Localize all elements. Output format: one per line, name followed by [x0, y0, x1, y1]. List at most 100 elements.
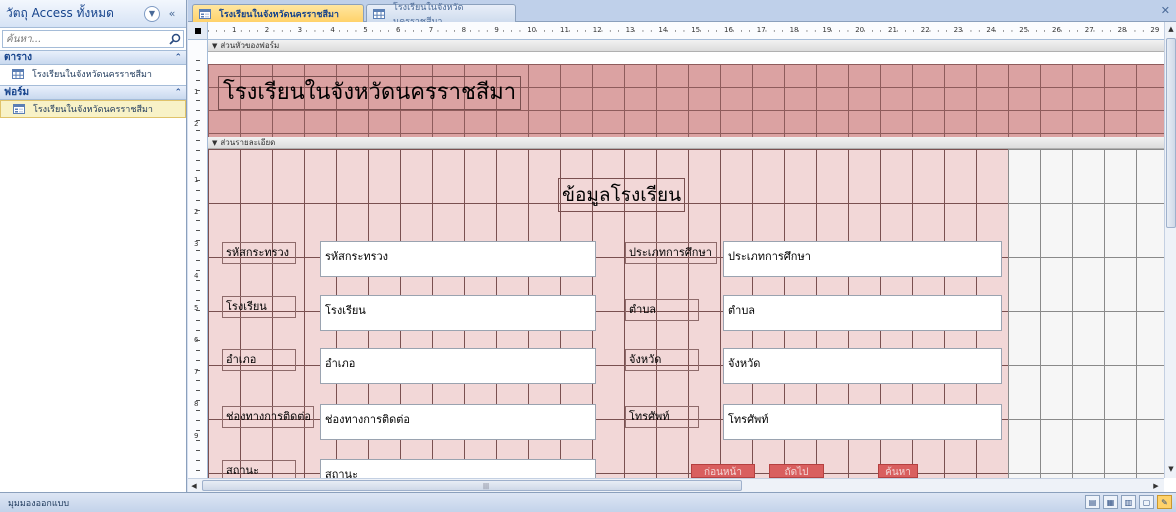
nav-search-box	[2, 30, 184, 48]
ruler-number: 9	[494, 26, 499, 34]
field-label[interactable]: จังหวัด	[625, 349, 699, 371]
search-icon[interactable]	[167, 31, 183, 47]
vertical-scrollbar[interactable]: ▲ ▼	[1164, 22, 1176, 478]
tab-label: โรงเรียนในจังหวัดนครราชสีมา	[219, 9, 339, 20]
field-textbox[interactable]: อำเภอ	[320, 348, 596, 384]
search-button[interactable]: ค้นหา	[878, 464, 918, 478]
ruler-tick: '	[568, 29, 571, 37]
field-label[interactable]: โรงเรียน	[222, 296, 296, 318]
nav-menu-dropdown-icon[interactable]: ▼	[144, 5, 160, 22]
ruler-tick: '	[1011, 29, 1013, 37]
print-view-icon[interactable]: ▢	[1139, 495, 1154, 509]
nav-item-form[interactable]: โรงเรียนในจังหวัดนครราชสีมา	[0, 100, 186, 118]
tab-form-design[interactable]: โรงเรียนในจังหวัดนครราชสีมา	[192, 4, 364, 22]
tab-table[interactable]: โรงเรียนในจังหวัดนครราชสีมา	[366, 3, 516, 27]
chevron-up-icon[interactable]: ⌃	[174, 53, 182, 63]
nav-pane-header[interactable]: วัตถุ Access ทั้งหมด ▼ «	[0, 0, 186, 28]
form-header-section[interactable]: โรงเรียนในจังหวัดนครราชสีมา	[208, 64, 1164, 137]
field-textbox[interactable]: ตำบล	[723, 295, 1002, 331]
form-view-icon[interactable]: ▤	[1085, 495, 1100, 509]
ruler-tick: '	[642, 29, 644, 37]
section-bar-detail[interactable]: ▼ ส่วนรายละเอียด	[208, 137, 1164, 149]
close-icon[interactable]: ✕	[1161, 4, 1170, 17]
field-label[interactable]: ประเภทการศึกษา	[625, 242, 717, 264]
ruler-tick: '	[863, 29, 866, 37]
field-textbox[interactable]: โรงเรียน	[320, 295, 596, 331]
form-selector[interactable]	[188, 22, 208, 40]
detail-title-label[interactable]: ข้อมูลโรงเรียน	[558, 178, 686, 212]
ruler-number: 5	[363, 26, 368, 34]
ruler-tick: '	[305, 29, 308, 37]
nav-item-label: โรงเรียนในจังหวัดนครราชสีมา	[32, 70, 152, 80]
scroll-right-icon[interactable]: ▶	[1150, 479, 1162, 492]
field-textbox[interactable]: ช่องทางการติดต่อ	[320, 404, 596, 440]
ruler-tick: '	[1134, 29, 1136, 37]
field-label[interactable]: โทรศัพท์	[625, 406, 699, 428]
ruler-tick	[196, 110, 200, 111]
ruler-tick: '	[1027, 29, 1030, 37]
ruler-tick: '	[379, 29, 382, 37]
ruler-tick: '	[814, 29, 817, 37]
field-textbox[interactable]: โทรศัพท์	[723, 404, 1002, 440]
collapse-pane-icon[interactable]: «	[164, 6, 180, 22]
field-label[interactable]: อำเภอ	[222, 349, 296, 371]
ruler-tick: '	[519, 29, 521, 37]
next-button[interactable]: ถัดไป	[769, 464, 824, 478]
ruler-tick: '	[773, 29, 776, 37]
ruler-tick	[196, 280, 200, 281]
scroll-left-icon[interactable]: ◀	[188, 479, 200, 492]
ruler-tick: '	[609, 29, 612, 37]
field-label[interactable]: ช่องทางการติดต่อ	[222, 406, 314, 428]
field-label[interactable]: รหัสกระทรวง	[222, 242, 296, 264]
ruler-tick: '	[994, 29, 997, 37]
form-design-surface[interactable]: 1'''2'''3'''4'''5'''6'''7'''8'''9'''10''…	[188, 22, 1176, 495]
ruler-tick: '	[248, 29, 251, 37]
nav-group-forms[interactable]: ฟอร์ม ⌃	[0, 85, 186, 100]
form-title-label[interactable]: โรงเรียนในจังหวัดนครราชสีมา	[218, 76, 522, 110]
nav-pane-title[interactable]: วัตถุ Access ทั้งหมด	[6, 4, 144, 23]
view-switcher: ▤ ▦ ▥ ▢ ✎	[1082, 495, 1172, 509]
ruler-tick: '	[1068, 29, 1071, 37]
ruler-tick: '	[437, 29, 439, 37]
ruler-tick: '	[961, 29, 964, 37]
section-bar-header[interactable]: ▼ ส่วนหัวของฟอร์ม	[208, 40, 1164, 52]
vertical-ruler[interactable]: 12123456789	[188, 40, 208, 478]
field-textbox[interactable]: จังหวัด	[723, 348, 1002, 384]
design-view-icon[interactable]: ✎	[1157, 495, 1172, 509]
horizontal-ruler[interactable]: 1'''2'''3'''4'''5'''6'''7'''8'''9'''10''…	[208, 22, 1164, 40]
ruler-tick: '	[478, 29, 480, 37]
ruler-tick	[196, 350, 200, 351]
form-detail-section[interactable]: ข้อมูลโรงเรียน รหัสกระทรวง รหัสกระทรวง ป…	[208, 149, 1164, 495]
horizontal-scrollbar[interactable]: ◀ ||| ▶	[188, 478, 1164, 492]
ruler-tick: '	[740, 29, 743, 37]
ruler-tick	[196, 130, 200, 131]
nav-item-table[interactable]: โรงเรียนในจังหวัดนครราชสีมา	[0, 65, 186, 83]
ruler-tick: '	[748, 29, 751, 37]
previous-button[interactable]: ก่อนหน้า	[691, 464, 755, 478]
ruler-tick	[196, 180, 200, 181]
ruler-tick: '	[970, 29, 972, 37]
scroll-down-icon[interactable]: ▼	[1165, 462, 1176, 476]
ruler-tick: '	[273, 29, 275, 37]
field-textbox[interactable]: รหัสกระทรวง	[320, 241, 596, 277]
table-icon	[373, 8, 385, 19]
field-label[interactable]: ตำบล	[625, 299, 699, 321]
field-textbox[interactable]: ประเภทการศึกษา	[723, 241, 1002, 277]
ruler-number: 8	[461, 26, 467, 34]
datasheet-view-icon[interactable]: ▦	[1103, 495, 1118, 509]
nav-group-tables[interactable]: ตาราง ⌃	[0, 50, 186, 65]
nav-search-input[interactable]	[3, 31, 167, 47]
ruler-tick: '	[1093, 29, 1095, 37]
ruler-tick: '	[937, 29, 940, 37]
ruler-tick: '	[699, 29, 702, 37]
ruler-tick: '	[707, 29, 710, 37]
chevron-up-icon[interactable]: ⌃	[174, 88, 182, 98]
ruler-tick: '	[650, 29, 653, 37]
scroll-thumb[interactable]: |||	[202, 480, 742, 491]
scroll-thumb[interactable]	[1166, 38, 1176, 228]
scroll-up-icon[interactable]: ▲	[1165, 22, 1176, 36]
layout-view-icon[interactable]: ▥	[1121, 495, 1136, 509]
ruler-tick: '	[486, 29, 489, 37]
form-icon	[199, 8, 211, 19]
ruler-tick	[196, 80, 200, 81]
